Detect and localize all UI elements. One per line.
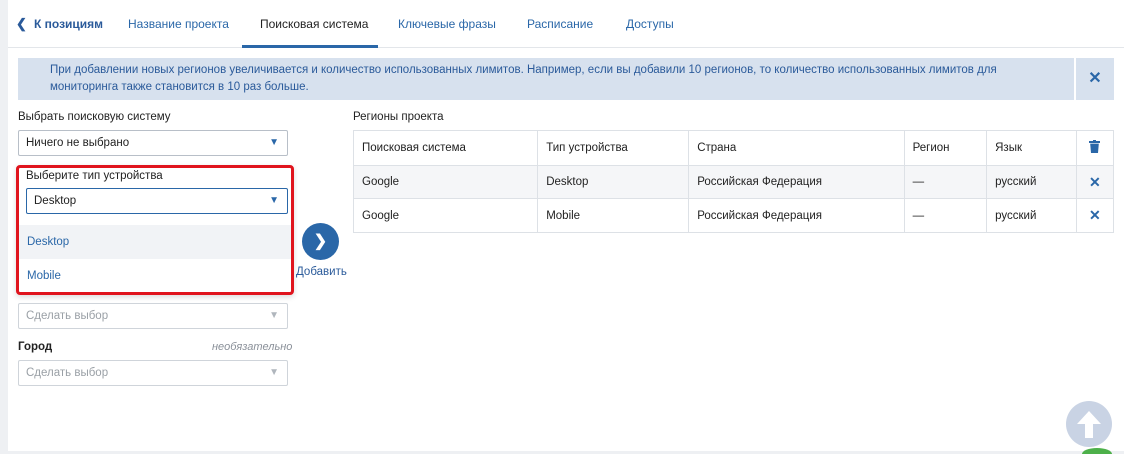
- back-to-positions-link[interactable]: ❮ К позициям: [16, 0, 103, 48]
- region-placeholder: Сделать выбор: [26, 310, 109, 322]
- device-type-value: Desktop: [34, 195, 77, 207]
- cell-search-engine: Google: [352, 198, 539, 233]
- device-type-dropdown: Выберите тип устройства Desktop ▼ Deskto…: [16, 165, 294, 295]
- device-type-select[interactable]: Desktop ▼: [26, 188, 288, 214]
- table-row: Google Mobile Российская Федерация — рус…: [352, 198, 1115, 233]
- table-header-row: Поисковая система Тип устройства Страна …: [352, 130, 1115, 166]
- chevron-down-icon: ▼: [269, 195, 279, 206]
- city-optional-note: необязательно: [212, 341, 293, 353]
- cell-language: русский: [986, 198, 1077, 233]
- region-select[interactable]: Сделать выбор ▼: [18, 303, 288, 329]
- top-nav: ❮ К позициям Название проекта Поисковая с…: [8, 0, 1124, 48]
- city-select[interactable]: Сделать выбор ▼: [18, 360, 288, 386]
- device-option-desktop[interactable]: Desktop: [19, 225, 291, 259]
- cell-actions: ✕: [1075, 165, 1115, 199]
- chat-widget-edge[interactable]: [1082, 448, 1112, 454]
- remove-row-icon[interactable]: ✕: [1089, 174, 1101, 190]
- project-regions-title: Регионы проекта: [353, 111, 444, 123]
- trash-icon[interactable]: [1089, 140, 1101, 156]
- cell-language: русский: [986, 165, 1077, 199]
- header-device-type: Тип устройства: [537, 130, 690, 166]
- chevron-down-icon: ▼: [269, 137, 279, 148]
- search-engine-label: Выбрать поисковую систему: [18, 111, 171, 123]
- search-engine-select[interactable]: Ничего не выбрано ▼: [18, 130, 288, 156]
- chevron-left-icon: ❮: [16, 16, 27, 31]
- device-type-label: Выберите тип устройства: [26, 170, 163, 182]
- cell-device-type: Desktop: [537, 165, 690, 199]
- cell-country: Российская Федерация: [688, 198, 905, 233]
- banner-text: При добавлении новых регионов увеличивае…: [50, 64, 997, 93]
- tab-search-engine[interactable]: Поисковая система: [260, 0, 368, 48]
- remove-row-icon[interactable]: ✕: [1089, 207, 1101, 223]
- header-region: Регион: [903, 130, 988, 166]
- scroll-to-top-button[interactable]: [1066, 401, 1112, 447]
- city-placeholder: Сделать выбор: [26, 367, 109, 379]
- header-actions: [1075, 130, 1115, 166]
- cell-region: —: [903, 165, 988, 199]
- device-option-mobile[interactable]: Mobile: [19, 259, 291, 293]
- banner-close-button[interactable]: ✕: [1076, 58, 1114, 100]
- cell-device-type: Mobile: [537, 198, 690, 233]
- header-language: Язык: [986, 130, 1077, 166]
- cell-search-engine: Google: [352, 165, 539, 199]
- page-card: ❮ К позициям Название проекта Поисковая с…: [8, 0, 1124, 451]
- cell-actions: ✕: [1075, 198, 1115, 233]
- add-region-button[interactable]: ❯: [302, 223, 339, 260]
- cell-region: —: [903, 198, 988, 233]
- cell-country: Российская Федерация: [688, 165, 905, 199]
- project-regions-table: Поисковая система Тип устройства Страна …: [352, 130, 1115, 233]
- table-row: Google Desktop Российская Федерация — ру…: [352, 165, 1115, 199]
- chevron-right-icon: ❯: [313, 233, 328, 250]
- chevron-down-icon: ▼: [269, 367, 279, 378]
- chevron-down-icon: ▼: [269, 310, 279, 321]
- header-country: Страна: [688, 130, 905, 166]
- tab-keywords[interactable]: Ключевые фразы: [398, 0, 496, 48]
- back-label: К позициям: [34, 17, 104, 31]
- tab-access[interactable]: Доступы: [626, 0, 674, 48]
- info-banner: При добавлении новых регионов увеличивае…: [18, 58, 1074, 100]
- add-region-label[interactable]: Добавить: [296, 266, 347, 278]
- close-icon: ✕: [1088, 70, 1102, 87]
- header-search-engine: Поисковая система: [352, 130, 539, 166]
- tab-schedule[interactable]: Расписание: [527, 0, 593, 48]
- search-engine-value: Ничего не выбрано: [26, 137, 130, 149]
- active-tab-indicator: [242, 45, 378, 48]
- tab-project-name[interactable]: Название проекта: [128, 0, 229, 48]
- city-label: Город: [18, 341, 53, 353]
